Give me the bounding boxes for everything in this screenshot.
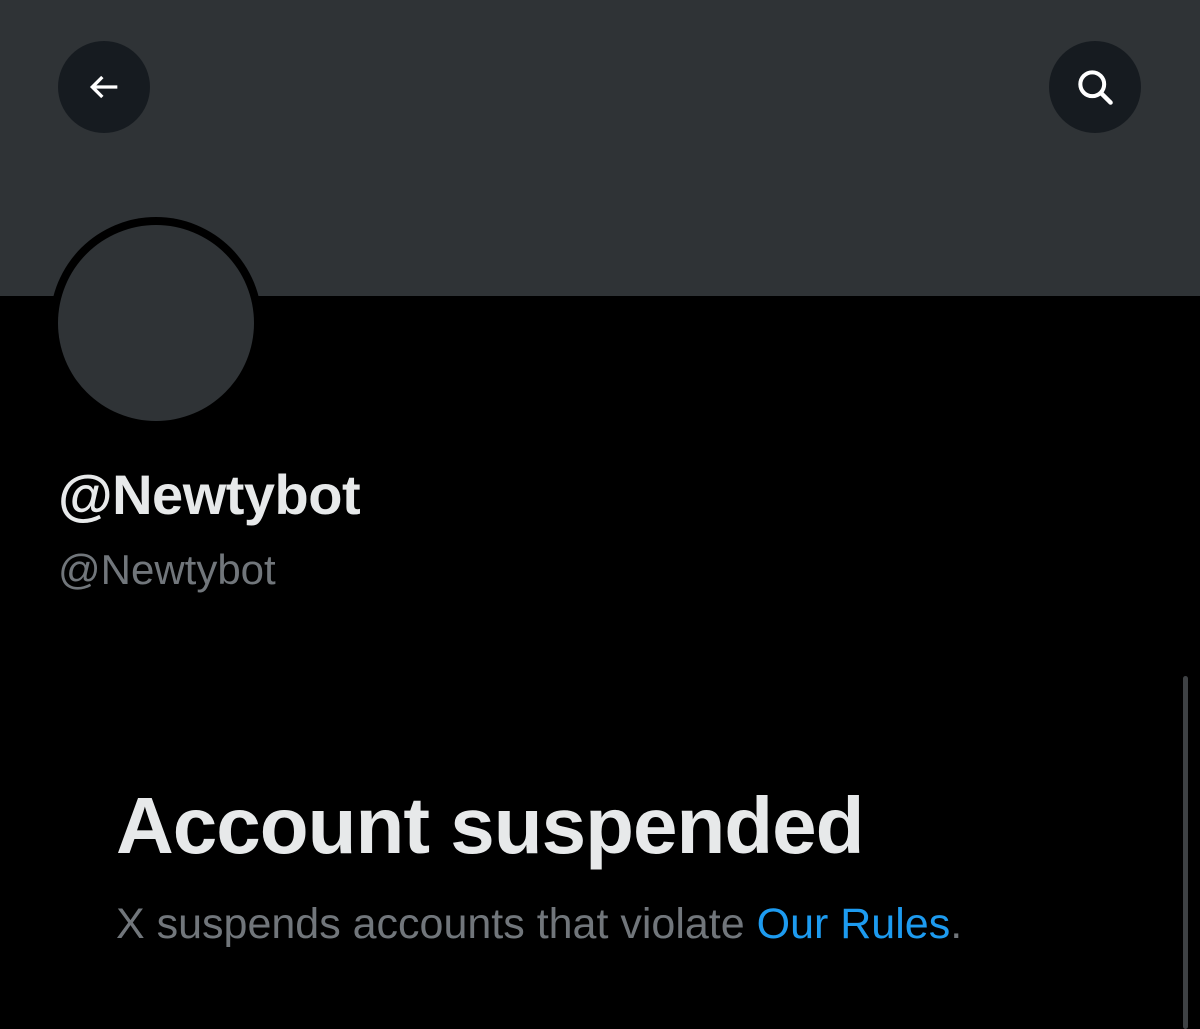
arrow-left-icon	[84, 67, 124, 107]
our-rules-link[interactable]: Our Rules	[757, 900, 951, 948]
search-button[interactable]	[1049, 41, 1141, 133]
back-button[interactable]	[58, 41, 150, 133]
suspended-title: Account suspended	[116, 781, 865, 870]
avatar-frame	[50, 217, 262, 429]
suspended-message-prefix: X suspends accounts that violate	[116, 900, 757, 948]
profile-display-name: @Newtybot	[58, 463, 361, 526]
suspended-message-suffix: .	[950, 900, 963, 948]
search-icon	[1073, 65, 1117, 109]
suspended-message: X suspends accounts that violate Our Rul…	[116, 900, 962, 949]
profile-handle: @Newtybot	[58, 546, 276, 593]
avatar	[58, 225, 254, 421]
scrollbar[interactable]	[1183, 676, 1188, 1029]
